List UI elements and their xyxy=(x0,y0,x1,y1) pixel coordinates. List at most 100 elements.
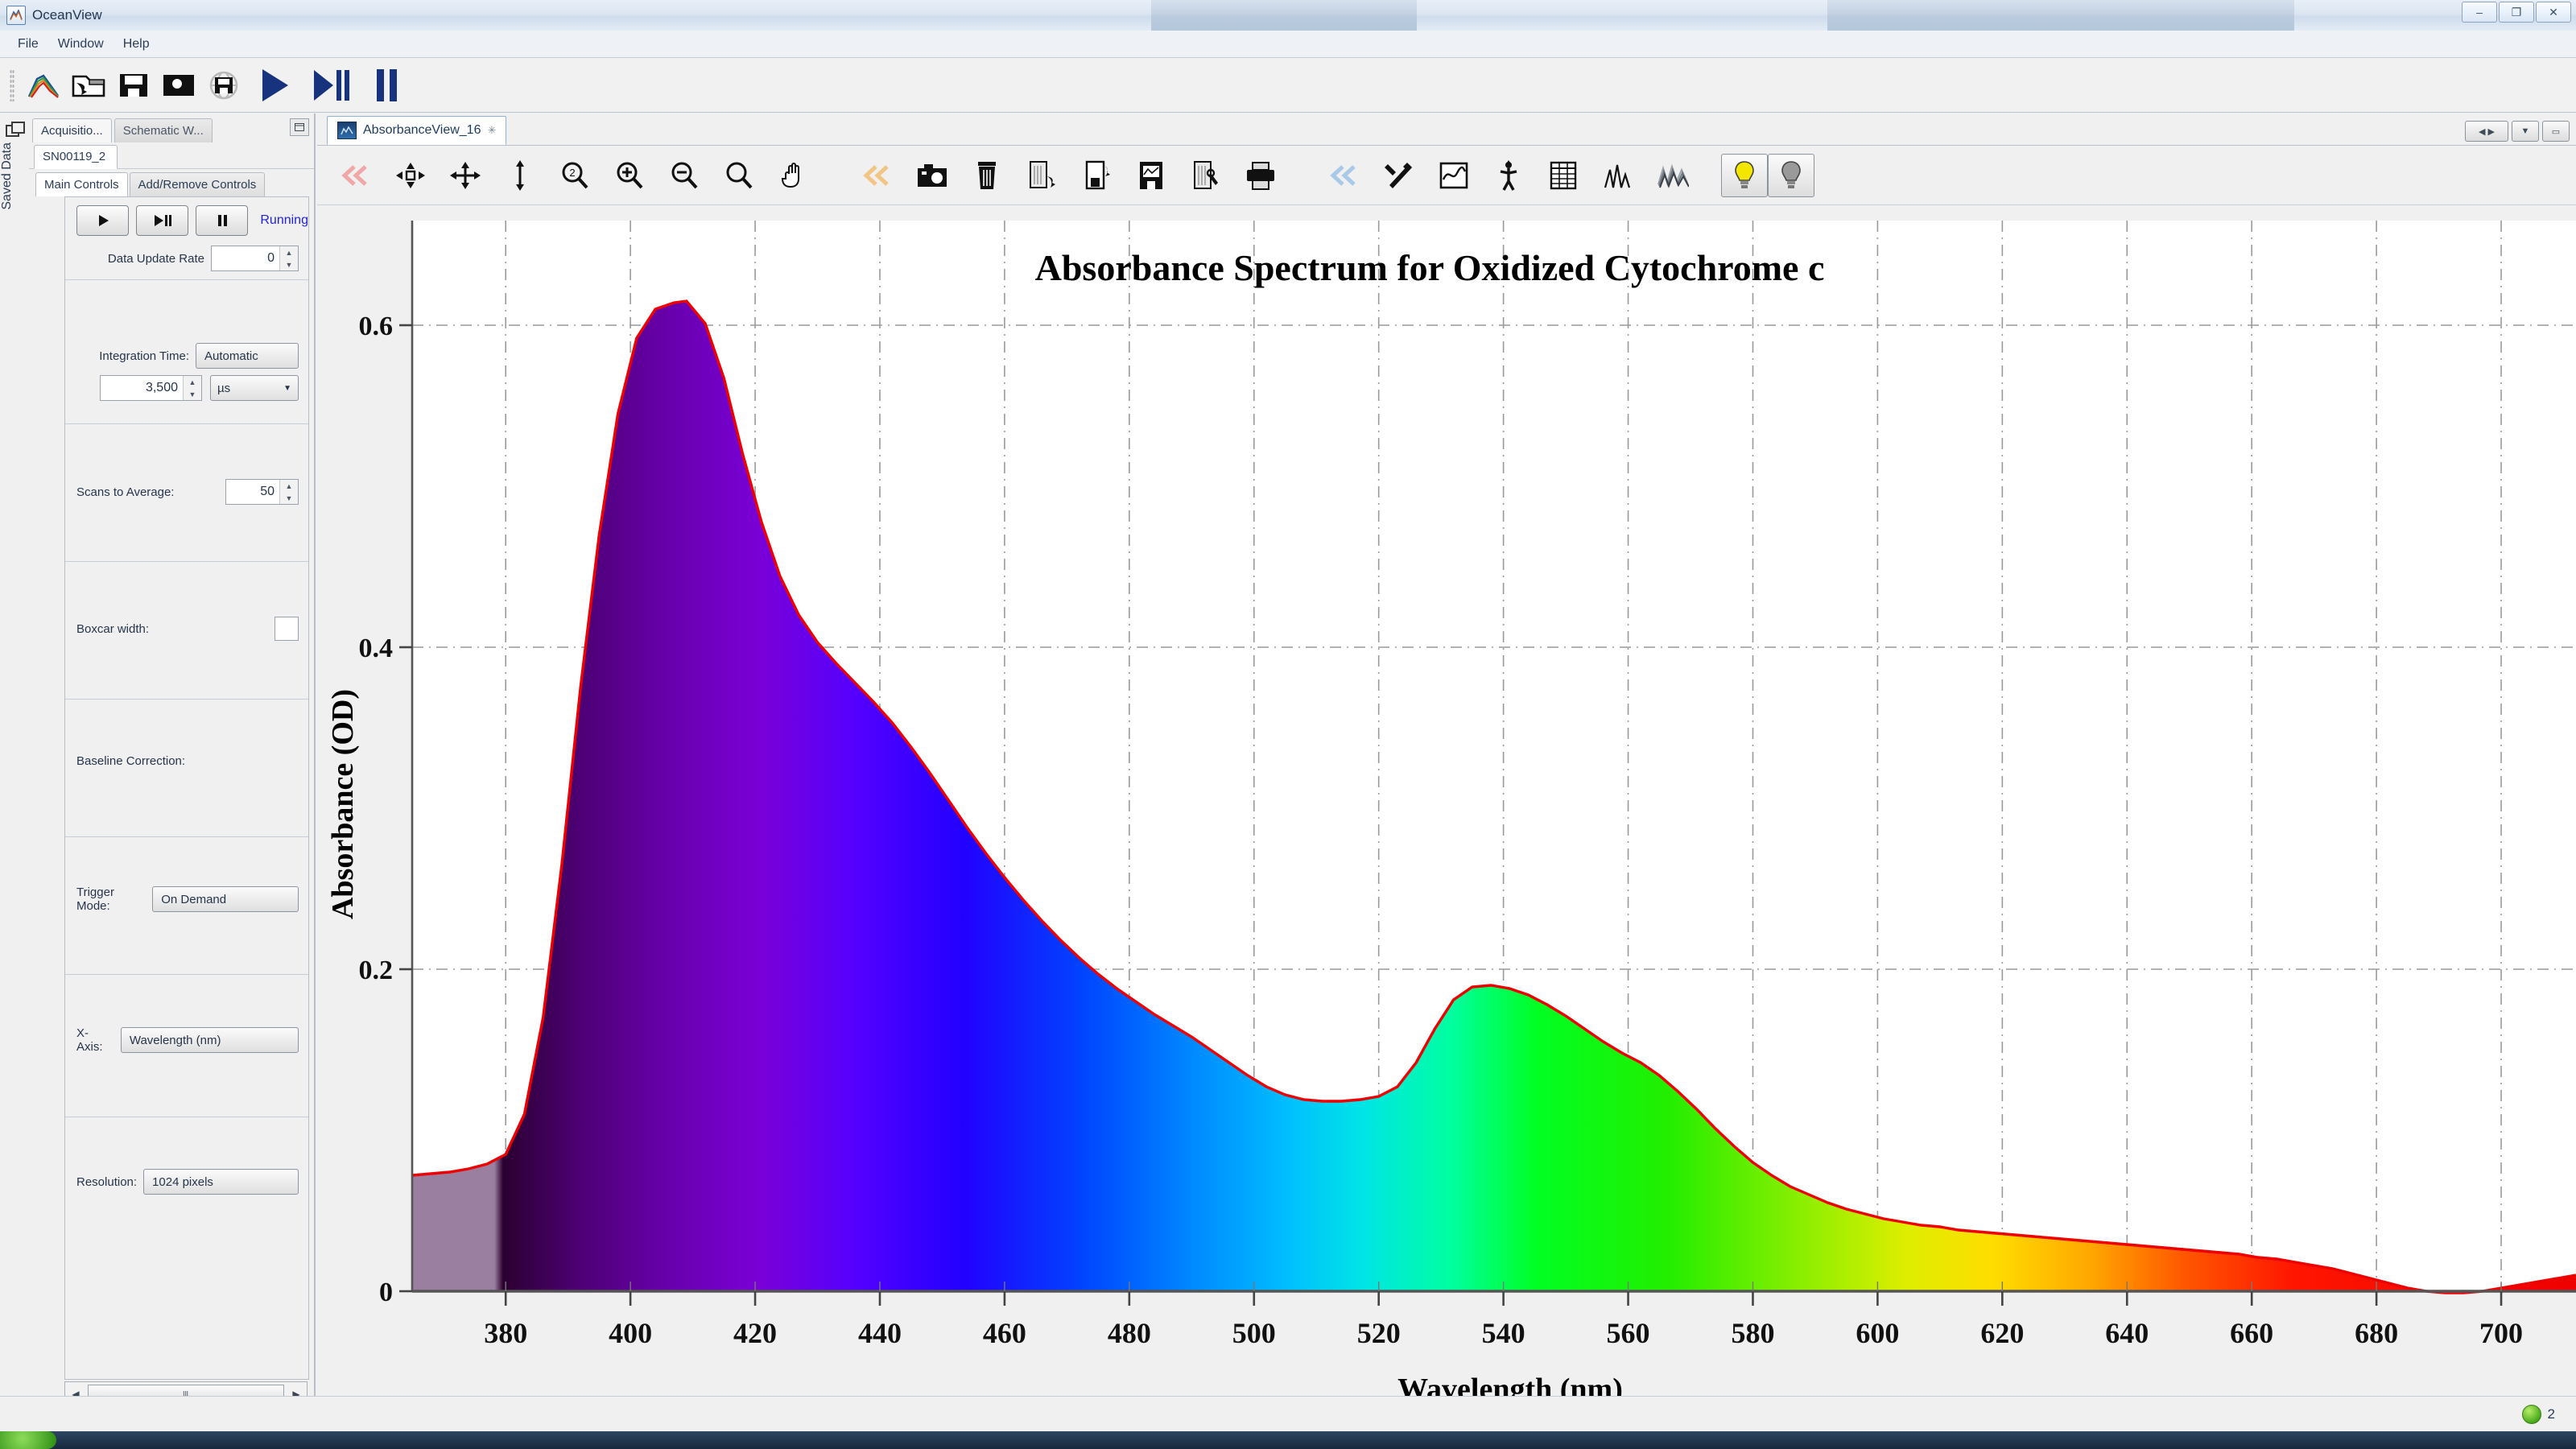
x-axis-label: X-Axis: xyxy=(76,1026,103,1054)
document-window-buttons: ◀ ▶ ▼ ▭ xyxy=(2465,121,2570,142)
table-view-icon[interactable] xyxy=(1536,151,1591,200)
spectra-overview-icon[interactable] xyxy=(21,64,66,106)
doc-prev-next-button[interactable]: ◀ ▶ xyxy=(2465,121,2508,142)
doc-dropdown-button[interactable]: ▼ xyxy=(2512,121,2539,142)
menu-bar: File Window Help xyxy=(0,31,2576,58)
panel-restore-icon[interactable] xyxy=(290,118,309,136)
view-tab-close-icon[interactable]: ✳ xyxy=(487,124,496,137)
transport-row: Running xyxy=(65,197,308,236)
collapse-left-2-icon[interactable] xyxy=(850,151,905,200)
tab-schematic-window[interactable]: Schematic W... xyxy=(114,118,213,142)
integration-time-unit-value: µs xyxy=(217,381,231,395)
resolution-select[interactable]: 1024 pixels xyxy=(143,1169,299,1195)
lamp-on-icon[interactable] xyxy=(1721,153,1768,197)
absorbance-plot[interactable]: 0 0.2 0.4 0.6 380 400 420 440 460 480 500 520 540 560… xyxy=(317,206,2576,1414)
integration-time-spinner[interactable]: 3,500 ▲ ▼ xyxy=(100,375,202,401)
peak-find-icon[interactable] xyxy=(1481,151,1536,200)
restore-button[interactable]: ❐ xyxy=(2499,2,2534,23)
save-graph-icon[interactable] xyxy=(1124,151,1179,200)
open-folder-icon[interactable] xyxy=(66,64,111,106)
overlay-icon[interactable] xyxy=(1645,151,1700,200)
menu-window[interactable]: Window xyxy=(48,35,114,54)
baseline-correction-row: Baseline Correction: xyxy=(65,754,308,768)
start-acquisition-icon[interactable] xyxy=(246,64,303,106)
saved-data-strip[interactable]: Saved Data xyxy=(0,114,30,1414)
scans-to-average-value: 50 xyxy=(260,485,275,498)
chart-toolbar: 2 xyxy=(317,146,2576,205)
trigger-mode-select[interactable]: On Demand xyxy=(152,886,299,912)
collapse-left-icon[interactable] xyxy=(328,151,383,200)
snapshot-icon[interactable] xyxy=(905,151,960,200)
preview-icon[interactable] xyxy=(156,64,201,106)
absorbance-plot-svg[interactable]: 0 0.2 0.4 0.6 380 400 420 440 460 480 500 520 540 560… xyxy=(317,206,2576,1414)
baseline-correction-section: Baseline Correction: xyxy=(65,699,308,836)
tab-acquisition[interactable]: Acquisitio... xyxy=(32,118,112,142)
integration-time-value-row: 3,500 ▲ ▼ µs ▼ xyxy=(65,375,308,401)
integration-time-unit-select[interactable]: µs ▼ xyxy=(210,375,299,401)
pan-move-icon[interactable] xyxy=(438,151,493,200)
integration-time-value: 3,500 xyxy=(145,381,178,394)
zoom-in-icon[interactable] xyxy=(602,151,657,200)
acquisition-panel: Acquisitio... Schematic W... SN00119_2 M… xyxy=(29,114,316,1414)
scans-to-average-arrows[interactable]: ▲ ▼ xyxy=(279,480,298,504)
x-tick-label: 640 xyxy=(2105,1317,2149,1349)
scans-to-average-row: Scans to Average: 50 ▲ ▼ xyxy=(65,479,308,505)
trigger-mode-row: Trigger Mode: On Demand xyxy=(65,886,308,913)
save-web-icon[interactable] xyxy=(201,64,246,106)
data-update-rate-row: Data Update Rate 0 ▲ ▼ xyxy=(65,236,308,279)
tab-absorbanceview-16[interactable]: AbsorbanceView_16 ✳ xyxy=(327,116,507,145)
data-update-rate-spinner[interactable]: 0 ▲ ▼ xyxy=(211,246,299,271)
smoothing-icon[interactable] xyxy=(1426,151,1481,200)
data-update-rate-arrows[interactable]: ▲ ▼ xyxy=(279,246,298,270)
x-axis-select[interactable]: Wavelength (nm) xyxy=(120,1027,299,1053)
autoscale-icon[interactable] xyxy=(383,151,438,200)
device-count: 2 xyxy=(2547,1406,2555,1422)
peaks-icon[interactable] xyxy=(1591,151,1645,200)
scale-y-icon[interactable] xyxy=(493,151,547,200)
menu-file[interactable]: File xyxy=(8,35,48,54)
save-spectrum-icon[interactable] xyxy=(1069,151,1124,200)
hand-pan-icon[interactable] xyxy=(766,151,821,200)
x-tick-label: 560 xyxy=(1607,1317,1650,1349)
x-tick-label: 680 xyxy=(2355,1317,2398,1349)
boxcar-width-input[interactable] xyxy=(275,617,299,641)
integration-time-mode-button[interactable]: Automatic xyxy=(196,343,299,369)
integration-time-arrows[interactable]: ▲ ▼ xyxy=(183,376,201,400)
step-icon[interactable] xyxy=(303,64,361,106)
collapse-left-3-icon[interactable] xyxy=(1317,151,1372,200)
green-led-icon xyxy=(2521,1404,2541,1424)
delete-icon[interactable] xyxy=(960,151,1014,200)
y-tick-label: 0 xyxy=(379,1278,393,1307)
tools-icon[interactable] xyxy=(1372,151,1426,200)
window-title: OceanView xyxy=(32,7,102,23)
doc-maximize-button[interactable]: ▭ xyxy=(2542,121,2570,142)
play-button[interactable] xyxy=(76,205,130,236)
start-button[interactable] xyxy=(0,1431,56,1449)
wallpaper-sliver-2 xyxy=(1827,0,2294,31)
trigger-mode-label: Trigger Mode: xyxy=(76,886,114,913)
scans-to-average-spinner[interactable]: 50 ▲ ▼ xyxy=(225,479,299,505)
integration-time-label: Integration Time: xyxy=(99,349,189,363)
x-tick-label: 420 xyxy=(733,1317,777,1349)
lamp-off-icon[interactable] xyxy=(1768,153,1814,197)
zoom-reset-icon[interactable] xyxy=(712,151,766,200)
pause-button[interactable] xyxy=(196,205,249,236)
zoom-region-icon[interactable]: 2 xyxy=(547,151,602,200)
tab-add-remove-controls[interactable]: Add/Remove Controls xyxy=(129,172,266,196)
device-tab-sn00119[interactable]: SN00119_2 xyxy=(34,145,118,169)
x-tick-label: 520 xyxy=(1357,1317,1401,1349)
step-button[interactable] xyxy=(136,205,189,236)
configure-doc-icon[interactable] xyxy=(1179,151,1233,200)
tab-main-controls[interactable]: Main Controls xyxy=(35,172,128,196)
scans-to-average-section: Scans to Average: 50 ▲ ▼ xyxy=(65,423,308,561)
x-tick-label: 400 xyxy=(609,1317,652,1349)
minimize-button[interactable]: – xyxy=(2462,2,2497,23)
zoom-out-icon[interactable] xyxy=(657,151,712,200)
menu-help[interactable]: Help xyxy=(114,35,159,54)
copy-spectrum-icon[interactable] xyxy=(1014,151,1069,200)
save-icon[interactable] xyxy=(111,64,156,106)
pause-icon[interactable] xyxy=(361,64,414,106)
print-icon[interactable] xyxy=(1233,151,1288,200)
toolbar-grip[interactable] xyxy=(10,68,14,101)
close-button[interactable]: ✕ xyxy=(2536,2,2571,23)
